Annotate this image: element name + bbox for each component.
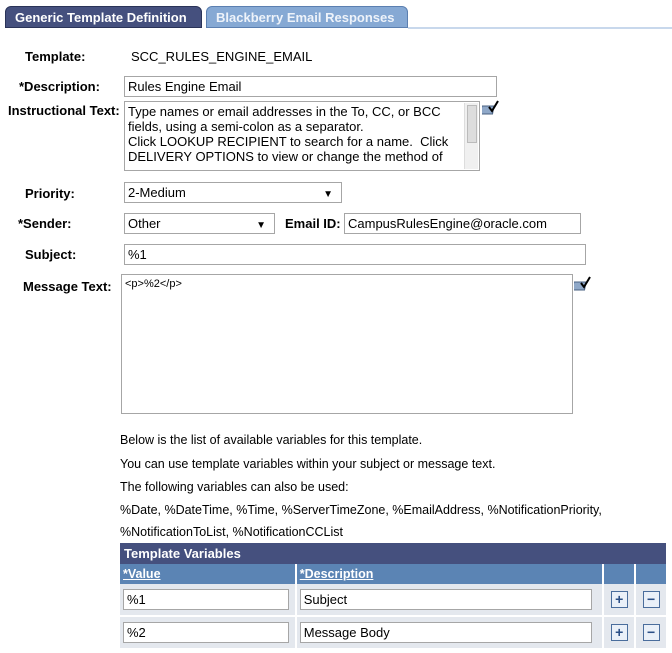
- template-value: SCC_RULES_ENGINE_EMAIL: [131, 49, 313, 64]
- priority-select[interactable]: 2-Medium ▼: [124, 182, 342, 203]
- column-header-add: [603, 564, 637, 584]
- scrollbar[interactable]: [464, 103, 478, 169]
- variables-note: You can use template variables within yo…: [120, 457, 496, 471]
- dropdown-arrow-icon: ▼: [256, 220, 266, 231]
- variables-note: The following variables can also be used…: [120, 480, 349, 494]
- tab-blackberry-email-responses[interactable]: Blackberry Email Responses: [206, 6, 408, 28]
- variables-note: Below is the list of available variables…: [120, 433, 423, 447]
- priority-value: 2-Medium: [128, 185, 186, 200]
- remove-row-button[interactable]: −: [642, 591, 660, 608]
- description-input[interactable]: Message Body: [299, 622, 592, 643]
- sender-value: Other: [128, 216, 161, 231]
- column-header-value[interactable]: *Value: [120, 564, 297, 584]
- spell-check-icon[interactable]: [482, 100, 500, 116]
- template-label: Template:: [25, 49, 86, 64]
- subject-input[interactable]: %1: [124, 244, 586, 265]
- tab-generic-template-definition[interactable]: Generic Template Definition: [5, 6, 202, 28]
- instructional-text-label: Instructional Text:: [8, 103, 120, 118]
- subject-label: Subject:: [25, 247, 77, 262]
- email-id-label: Email ID:: [285, 216, 341, 231]
- description-input[interactable]: Subject: [299, 589, 592, 610]
- sender-select[interactable]: Other ▼: [124, 213, 275, 234]
- instructional-text: Type names or email addresses in the To,…: [128, 104, 449, 164]
- value-input[interactable]: %2: [123, 622, 289, 643]
- sender-label: *Sender:: [18, 216, 72, 231]
- description-input[interactable]: Rules Engine Email: [124, 76, 497, 97]
- remove-row-button[interactable]: −: [642, 624, 660, 641]
- variables-note: %NotificationToList, %NotificationCCList: [120, 525, 344, 539]
- tab-divider: [408, 27, 672, 29]
- description-label: *Description:: [19, 79, 100, 94]
- dropdown-arrow-icon: ▼: [323, 189, 333, 200]
- add-row-button[interactable]: +: [610, 591, 628, 608]
- message-text-area[interactable]: <p>%2</p>: [121, 274, 573, 414]
- value-input[interactable]: %1: [123, 589, 289, 610]
- email-id-input[interactable]: CampusRulesEngine@oracle.com: [344, 213, 581, 234]
- variables-note: %Date, %DateTime, %Time, %ServerTimeZone…: [120, 503, 602, 517]
- priority-label: Priority:: [25, 186, 75, 201]
- message-text-label: Message Text:: [23, 279, 112, 294]
- template-variables-grid: Template Variables *Value *Description %…: [120, 543, 666, 650]
- instructional-text-area[interactable]: Type names or email addresses in the To,…: [124, 101, 480, 171]
- table-row: %2 Message Body + −: [120, 616, 666, 650]
- add-row-button[interactable]: +: [610, 624, 628, 641]
- column-header-description[interactable]: *Description: [295, 564, 605, 584]
- spell-check-icon[interactable]: [574, 276, 592, 292]
- table-row: %1 Subject + −: [120, 584, 666, 617]
- grid-title: Template Variables: [120, 543, 666, 564]
- column-header-remove: [635, 564, 666, 584]
